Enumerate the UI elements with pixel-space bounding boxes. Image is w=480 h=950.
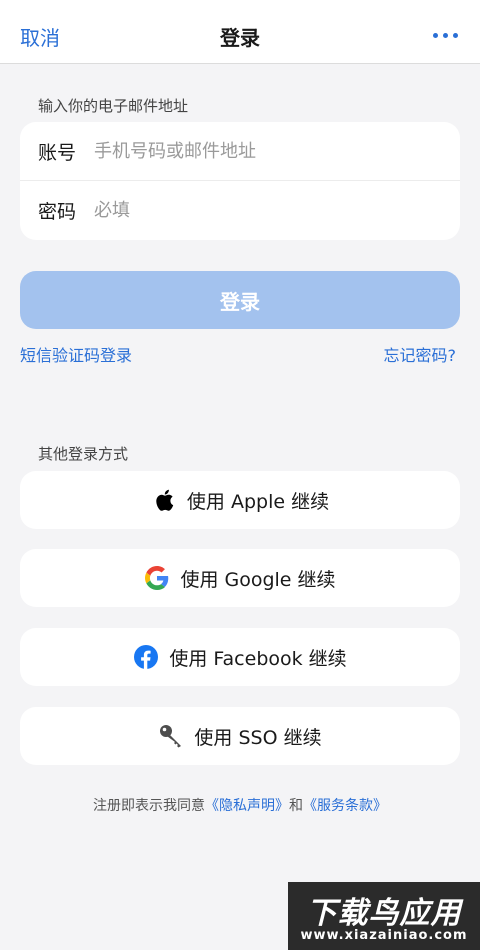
facebook-login-button[interactable]: 使用 Facebook 继续 (20, 628, 460, 686)
terms-and: 和 (289, 798, 303, 814)
facebook-icon (133, 644, 159, 670)
apple-icon (151, 487, 177, 513)
other-methods-label: 其他登录方式 (38, 445, 129, 463)
watermark-title: 下载鸟应用 (306, 896, 462, 931)
password-label: 密码 (38, 201, 77, 223)
more-icon[interactable] (433, 33, 458, 38)
forgot-password-link[interactable]: 忘记密码? (384, 342, 457, 366)
terms-text: 注册即表示我同意《隐私声明》和《服务条款》 (0, 795, 480, 815)
password-input[interactable] (94, 200, 460, 221)
email-section-label: 输入你的电子邮件地址 (38, 97, 189, 115)
apple-login-button[interactable]: 使用 Apple 继续 (20, 471, 460, 529)
password-row: 密码 (20, 181, 460, 240)
google-login-label: 使用 Google 继续 (180, 568, 336, 591)
google-icon (144, 565, 170, 591)
account-input[interactable] (94, 140, 460, 162)
login-form-card: 账号 密码 (20, 122, 460, 240)
key-icon (158, 723, 184, 749)
navigation-bar: 取消 登录 (0, 0, 480, 64)
terms-prefix: 注册即表示我同意 (93, 798, 205, 814)
watermark-url: www.xiazainiao.com (300, 928, 468, 943)
sso-login-label: 使用 SSO 继续 (194, 726, 322, 749)
sso-login-button[interactable]: 使用 SSO 继续 (20, 707, 460, 765)
apple-login-label: 使用 Apple 继续 (186, 490, 330, 513)
facebook-login-label: 使用 Facebook 继续 (169, 647, 347, 670)
watermark-logo: 下载鸟应用 www.xiazainiao.com (288, 882, 480, 950)
privacy-policy-link[interactable]: 《隐私声明》 (205, 798, 289, 814)
account-row: 账号 (20, 122, 460, 181)
sms-login-link[interactable]: 短信验证码登录 (20, 342, 132, 366)
page-title: 登录 (220, 26, 260, 50)
google-login-button[interactable]: 使用 Google 继续 (20, 549, 460, 607)
login-button[interactable]: 登录 (20, 271, 460, 329)
account-label: 账号 (38, 141, 77, 164)
terms-of-service-link[interactable]: 《服务条款》 (303, 798, 387, 814)
